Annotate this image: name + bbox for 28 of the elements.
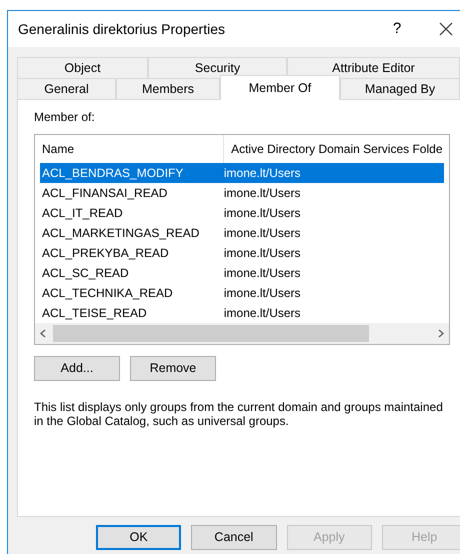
members-list[interactable] — [34, 134, 450, 345]
dialog-button[interactable]: Cancel — [191, 525, 277, 550]
column-header[interactable]: Active Directory Domain Services Folde — [224, 135, 449, 163]
scroll-thumb[interactable] — [53, 325, 369, 342]
tab[interactable]: Members — [116, 78, 220, 99]
list-row[interactable]: ACL_TEISE_READ imone.lt/Users — [40, 303, 444, 323]
list-row[interactable]: ACL_BENDRAS_MODIFY imone.lt/Users — [40, 163, 444, 183]
note-text: This list displays only groups from the current domain and groups maintained in the Global Catalog, such as universal groups. — [34, 400, 444, 428]
list-button[interactable]: Remove — [130, 356, 216, 381]
list-row[interactable]: ACL_FINANSAI_READ imone.lt/Users — [40, 183, 444, 203]
tab[interactable]: Attribute Editor — [287, 57, 460, 78]
window-title: Generalinis direktorius Properties — [18, 20, 226, 39]
list-row[interactable]: ACL_SC_READ imone.lt/Users — [40, 263, 444, 283]
tab[interactable]: Member Of — [220, 75, 340, 100]
list-row[interactable]: ACL_PREKYBA_READ imone.lt/Users — [40, 243, 444, 263]
help-button[interactable]: ? — [387, 18, 407, 40]
dialog-button[interactable]: OK — [96, 525, 182, 550]
list-row[interactable]: ACL_MARKETINGAS_READ imone.lt/Users — [40, 223, 444, 243]
tab[interactable]: Security — [148, 57, 287, 78]
group-label: Member of: — [34, 109, 96, 126]
tab[interactable]: General — [17, 78, 116, 99]
close-icon[interactable] — [439, 22, 453, 36]
tab[interactable]: Object — [17, 57, 148, 78]
list-button[interactable]: Add... — [34, 356, 120, 381]
list-row[interactable]: ACL_IT_READ imone.lt/Users — [40, 203, 444, 223]
tab[interactable]: Managed By — [340, 78, 460, 99]
list-row[interactable]: ACL_TECHNIKA_READ imone.lt/Users — [40, 283, 444, 303]
horizontal-scrollbar[interactable] — [35, 323, 449, 344]
